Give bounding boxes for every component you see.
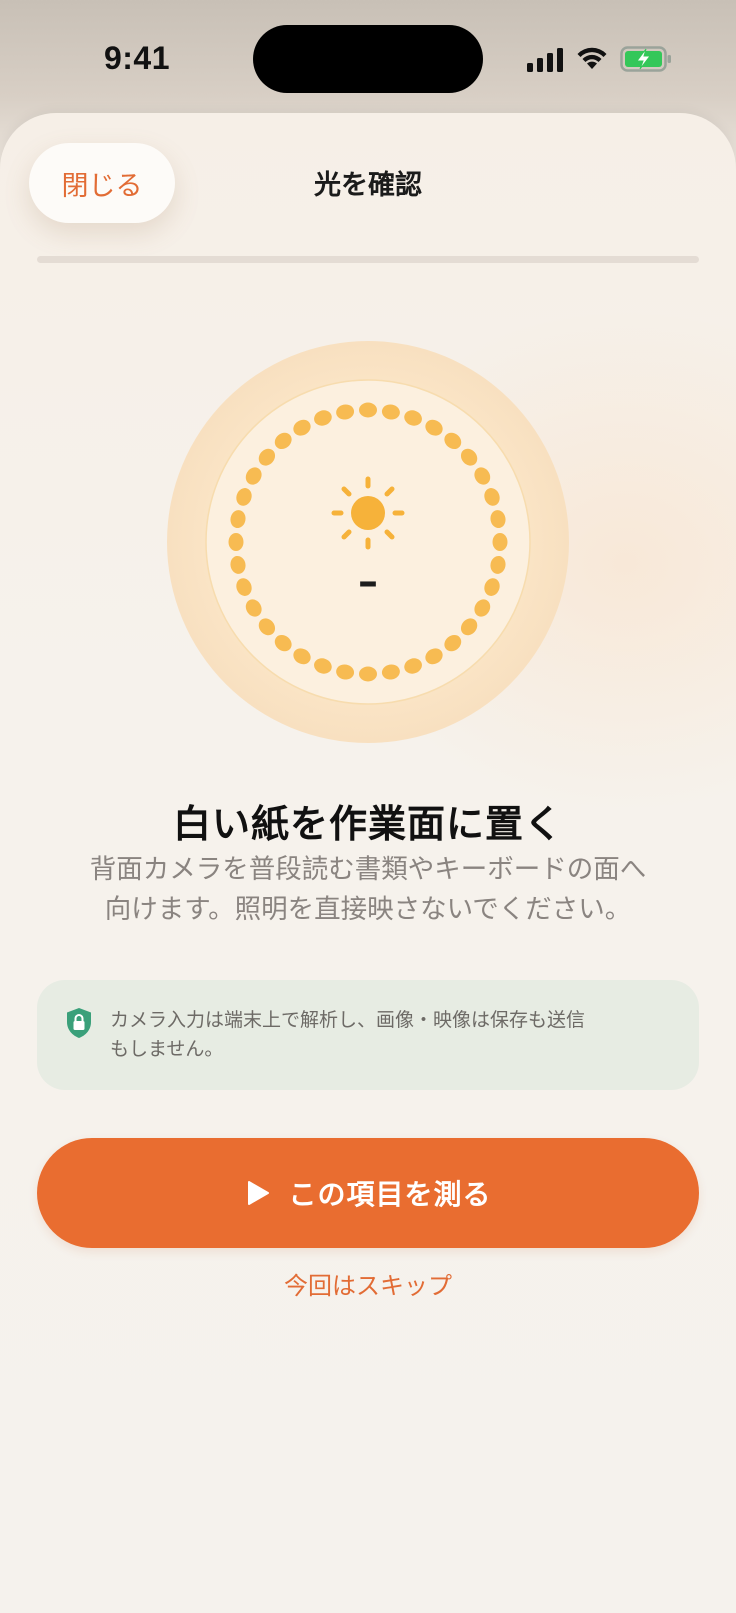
gauge-dot — [228, 533, 244, 551]
gauge-dot — [492, 533, 508, 551]
measure-button-label: この項目を測る — [288, 1178, 492, 1211]
step-description-line: 背面カメラを普段読む書類やキーボードの面へ — [89, 854, 647, 885]
skip-link[interactable]: 今回はスキップ — [0, 1266, 736, 1301]
privacy-text: カメラ入力は端末上で解析し、画像・映像は保存も送信 もしません。 — [110, 1006, 650, 1064]
privacy-note: カメラ入力は端末上で解析し、画像・映像は保存も送信 もしません。 — [37, 980, 699, 1090]
status-time: 9:41 — [103, 40, 171, 76]
shield-lock-icon — [67, 1008, 91, 1038]
measure-button[interactable]: この項目を測る — [37, 1138, 699, 1248]
play-icon — [248, 1181, 270, 1205]
privacy-text-line: もしません。 — [110, 1038, 224, 1060]
battery-charging-icon — [620, 46, 671, 72]
light-gauge: – — [167, 341, 569, 743]
step-heading: 白い紙を作業面に置く — [172, 802, 563, 846]
light-reading-value: – — [358, 559, 378, 605]
progress-bar — [37, 256, 699, 263]
gauge-dot — [359, 666, 377, 682]
wifi-icon — [577, 47, 607, 69]
dynamic-island — [253, 25, 483, 93]
sun-icon — [331, 476, 405, 550]
page-title: 光を確認 — [314, 170, 422, 201]
step-description: 背面カメラを普段読む書類やキーボードの面へ 向けます。照明を直接映さないでくださ… — [48, 850, 688, 930]
gauge-dot — [359, 402, 377, 418]
step-description-line: 向けます。照明を直接映さないでください。 — [104, 894, 632, 925]
privacy-text-line: カメラ入力は端末上で解析し、画像・映像は保存も送信 — [110, 1009, 586, 1031]
measurement-sheet: 閉じる 光を確認 – 白い紙を作業面に置く 背面カメラを普段読む書類やキーボード… — [0, 113, 736, 1613]
cellular-signal-icon — [527, 48, 563, 72]
status-bar: 9:41 — [0, 0, 736, 115]
